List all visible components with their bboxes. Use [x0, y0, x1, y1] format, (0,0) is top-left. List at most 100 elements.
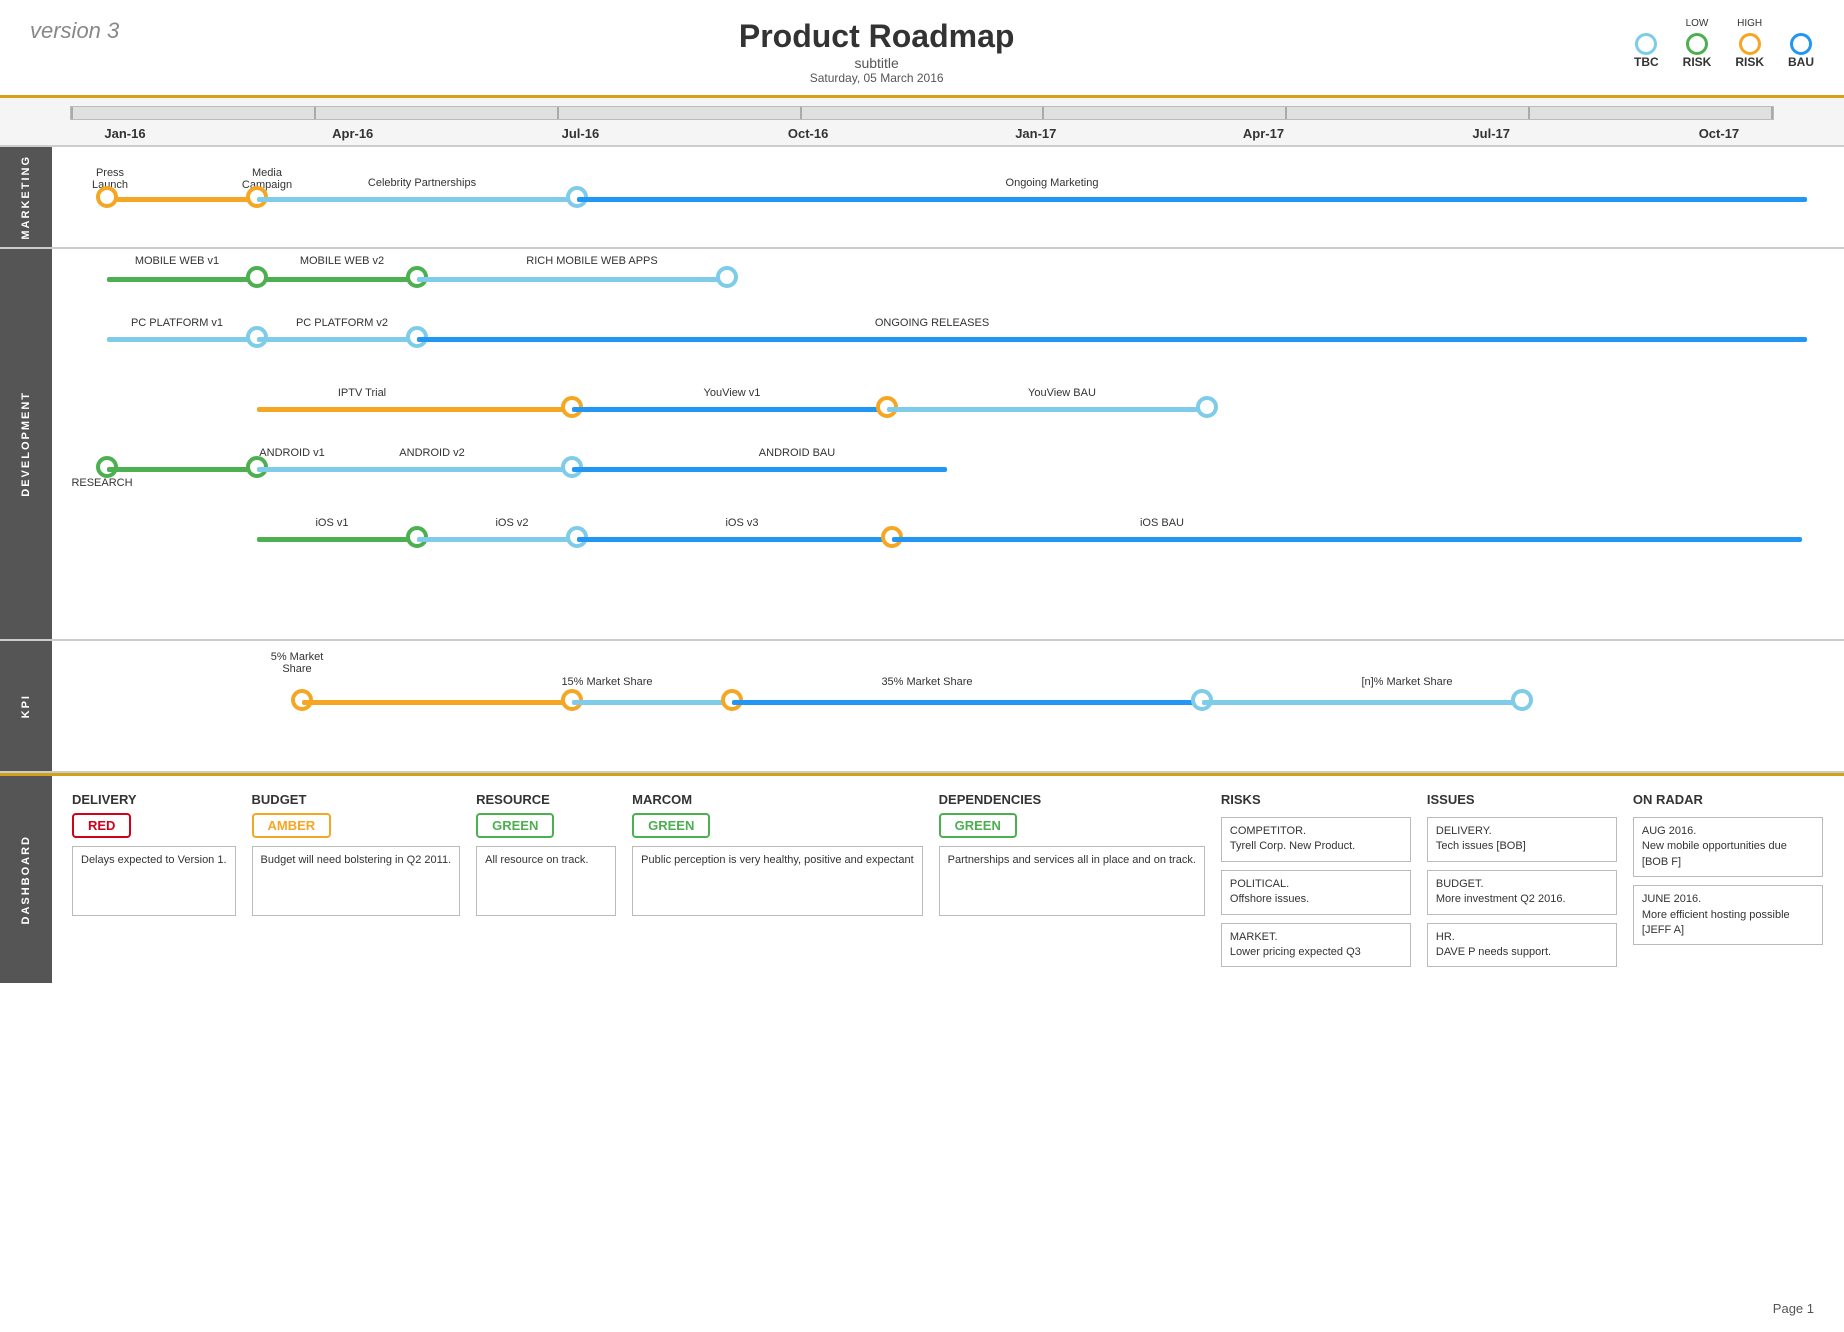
dev-line-android-lb	[257, 467, 572, 472]
marketing-label-ongoing: Ongoing Marketing	[952, 177, 1152, 189]
timeline-jul17: Jul-17	[1436, 126, 1546, 141]
legend-high-text: RISK	[1735, 55, 1764, 69]
marketing-section: MARKETING PressLaunch MediaCampaign Cele…	[0, 147, 1844, 249]
marcom-card: MARCOM GREEN Public perception is very h…	[632, 792, 923, 967]
on-radar-title: ON RADAR	[1633, 792, 1823, 807]
dev-line-youview1	[572, 407, 887, 412]
resource-title: RESOURCE	[476, 792, 550, 807]
timeline-oct16: Oct-16	[753, 126, 863, 141]
timeline-jul16: Jul-16	[525, 126, 635, 141]
timeline-apr16: Apr-16	[298, 126, 408, 141]
risks-title: RISKS	[1221, 792, 1411, 807]
kpi-section: KPI 5% MarketShare 15% Market Share 35% …	[0, 641, 1844, 773]
dev-line-mweb-lb	[417, 277, 727, 282]
delivery-note: Delays expected to Version 1.	[72, 846, 236, 916]
legend-low-text: RISK	[1683, 55, 1712, 69]
kpi-content: 5% MarketShare 15% Market Share 35% Mark…	[52, 641, 1844, 771]
dashboard-label: DASHBOARD	[20, 835, 32, 925]
kpi-line-4	[1202, 700, 1522, 705]
timeline-apr17: Apr-17	[1209, 126, 1319, 141]
marcom-status: GREEN	[632, 813, 710, 838]
marketing-line-lightblue	[257, 197, 577, 202]
bau-circle	[1790, 33, 1812, 55]
development-content: MOBILE WEB v1 MOBILE WEB v2 RICH MOBILE …	[52, 249, 1844, 639]
legend-tbc-text: TBC	[1634, 55, 1659, 69]
kpi-circle-npct	[1511, 689, 1533, 711]
legend-bau-text: BAU	[1788, 55, 1814, 69]
date-label: Saturday, 05 March 2016	[739, 71, 1015, 85]
legend-high-top: HIGH	[1737, 18, 1762, 29]
issues-title: ISSUES	[1427, 792, 1617, 807]
dev-label-mweb2: MOBILE WEB v2	[272, 255, 412, 267]
dev-label-androidbau: ANDROID BAU	[732, 447, 862, 459]
dev-line-android-green1	[107, 467, 262, 472]
main-title: Product Roadmap	[739, 18, 1015, 55]
legend-low-top: LOW	[1686, 18, 1709, 29]
kpi-label-35pct: 35% Market Share	[852, 676, 1002, 688]
dev-label-androidv2: ANDROID v2	[382, 447, 482, 459]
dev-line-pc1	[107, 337, 262, 342]
dev-label-mweb1: MOBILE WEB v1	[107, 255, 247, 267]
header: version 3 Product Roadmap subtitle Satur…	[0, 0, 1844, 98]
timeline-bar	[70, 106, 1774, 120]
kpi-label-15pct: 15% Market Share	[542, 676, 672, 688]
dev-line-youviewbau	[887, 407, 1207, 412]
development-label-col: DEVELOPMENT	[0, 249, 52, 639]
marketing-label-media: MediaCampaign	[227, 167, 307, 191]
dev-line-pc2	[257, 337, 417, 342]
title-block: Product Roadmap subtitle Saturday, 05 Ma…	[739, 18, 1015, 85]
dev-label-iosv3: iOS v3	[702, 517, 782, 529]
subtitle: subtitle	[739, 55, 1015, 71]
dashboard-section: DASHBOARD DELIVERY RED Delays expected t…	[0, 773, 1844, 983]
dev-label-iosbau: iOS BAU	[1112, 517, 1212, 529]
delivery-status: RED	[72, 813, 131, 838]
dev-label-pc1: PC PLATFORM v1	[107, 317, 247, 329]
delivery-card: DELIVERY RED Delays expected to Version …	[72, 792, 236, 967]
marketing-circle-1	[96, 186, 118, 208]
kpi-line-1	[302, 700, 572, 705]
dev-line-iptv	[257, 407, 572, 412]
risks-item-3: MARKET.Lower pricing expected Q3	[1221, 923, 1411, 968]
budget-title: BUDGET	[252, 792, 307, 807]
dependencies-note: Partnerships and services all in place a…	[939, 846, 1205, 916]
high-risk-circle	[1739, 33, 1761, 55]
resource-note: All resource on track.	[476, 846, 616, 916]
dev-line-iosbau	[892, 537, 1802, 542]
issues-item-2: BUDGET.More investment Q2 2016.	[1427, 870, 1617, 915]
dev-label-pc2: PC PLATFORM v2	[272, 317, 412, 329]
dev-circle-mweb3	[716, 266, 738, 288]
marketing-label-celeb: Celebrity Partnerships	[342, 177, 502, 189]
dev-label-iosv1: iOS v1	[292, 517, 372, 529]
delivery-title: DELIVERY	[72, 792, 137, 807]
dev-circle-youviewbau	[1196, 396, 1218, 418]
low-risk-circle	[1686, 33, 1708, 55]
on-radar-item-1: AUG 2016.New mobile opportunities due[BO…	[1633, 817, 1823, 877]
dev-circle-mweb1	[246, 266, 268, 288]
marketing-content: PressLaunch MediaCampaign Celebrity Part…	[52, 147, 1844, 247]
tbc-circle	[1635, 33, 1657, 55]
version-label: version 3	[30, 18, 119, 44]
timeline-oct17: Oct-17	[1664, 126, 1774, 141]
budget-note: Budget will need bolstering in Q2 2011.	[252, 846, 461, 916]
budget-card: BUDGET AMBER Budget will need bolstering…	[252, 792, 461, 967]
resource-status: GREEN	[476, 813, 554, 838]
marketing-line-orange-1	[107, 197, 262, 202]
dev-label-youview1: YouView v1	[672, 387, 792, 399]
dev-line-iosv2	[417, 537, 577, 542]
issues-item-3: HR.DAVE P needs support.	[1427, 923, 1617, 968]
dev-label-iosv2: iOS v2	[472, 517, 552, 529]
dev-line-ongoing	[417, 337, 1807, 342]
issues-col: ISSUES DELIVERY.Tech issues [BOB] BUDGET…	[1427, 792, 1617, 967]
resource-card: RESOURCE GREEN All resource on track.	[476, 792, 616, 967]
dev-label-youviewbau: YouView BAU	[1002, 387, 1122, 399]
timeline-jan16: Jan-16	[70, 126, 180, 141]
legend-bau: BAU	[1788, 29, 1814, 69]
dev-label-research: RESEARCH	[62, 477, 142, 489]
dev-label-richmweb: RICH MOBILE WEB APPS	[492, 255, 692, 267]
marketing-line-blue	[577, 197, 1807, 202]
kpi-label-5pct: 5% MarketShare	[252, 651, 342, 675]
page-number: Page 1	[1773, 1301, 1814, 1316]
marcom-note: Public perception is very healthy, posit…	[632, 846, 923, 916]
timeline-section: Jan-16 Apr-16 Jul-16 Oct-16 Jan-17 Apr-1…	[0, 98, 1844, 147]
dashboard-label-col: DASHBOARD	[0, 776, 52, 983]
